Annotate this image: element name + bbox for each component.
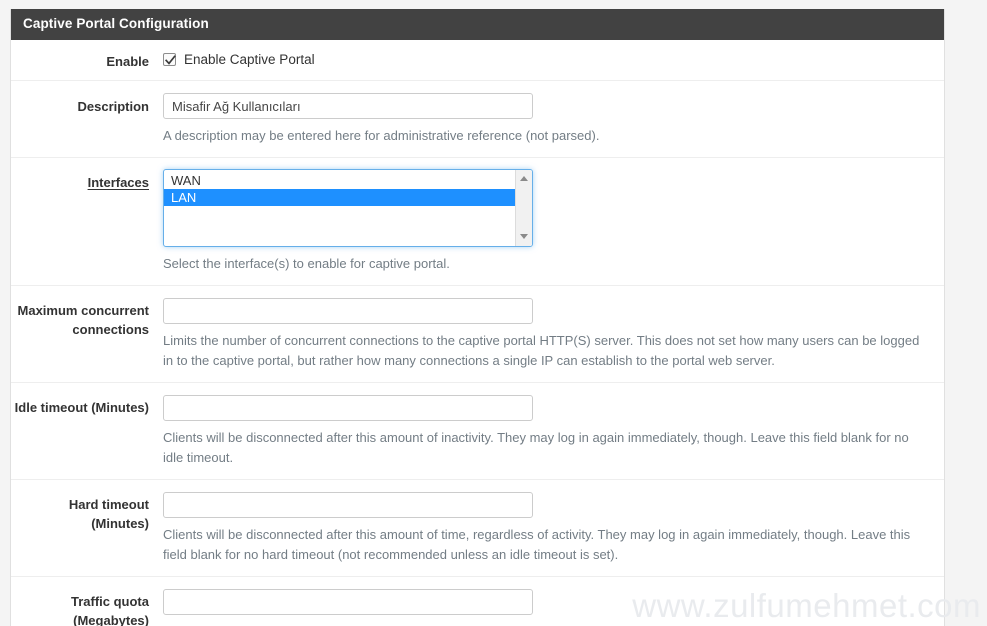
checkmark-icon	[165, 55, 176, 66]
form-row-idle-timeout: Idle timeout (Minutes) Clients will be d…	[11, 383, 944, 480]
label-enable: Enable	[11, 40, 163, 71]
max-concurrent-connections-help-text: Limits the number of concurrent connecti…	[163, 331, 926, 370]
form-row-traffic-quota: Traffic quota (Megabytes) Clients will b…	[11, 577, 944, 626]
scroll-up-arrow-icon[interactable]	[516, 171, 532, 187]
idle-timeout-input[interactable]	[163, 395, 533, 421]
form-row-interfaces: Interfaces WAN LAN	[11, 158, 944, 287]
interfaces-option-lan[interactable]: LAN	[164, 189, 515, 206]
hard-timeout-help-text: Clients will be disconnected after this …	[163, 525, 926, 564]
captive-portal-panel: Captive Portal Configuration Enable Enab…	[10, 9, 945, 626]
field-interfaces: WAN LAN Select the interface(s)	[163, 158, 944, 286]
field-hard-timeout: Clients will be disconnected after this …	[163, 480, 944, 576]
traffic-quota-help-text: Clients will be disconnected after excee…	[163, 622, 926, 626]
form-row-description: Description A description may be entered…	[11, 81, 944, 158]
enable-captive-portal-checkbox[interactable]: Enable Captive Portal	[163, 51, 926, 68]
panel-body: Enable Enable Captive Portal Description	[11, 40, 944, 626]
label-traffic-quota: Traffic quota (Megabytes)	[11, 577, 163, 626]
idle-timeout-help-text: Clients will be disconnected after this …	[163, 428, 926, 467]
field-max-concurrent-connections: Limits the number of concurrent connecti…	[163, 286, 944, 382]
description-help-text: A description may be entered here for ad…	[163, 126, 923, 146]
form-row-enable: Enable Enable Captive Portal	[11, 40, 944, 81]
interfaces-option-list[interactable]: WAN LAN	[164, 170, 515, 246]
label-hard-timeout: Hard timeout (Minutes)	[11, 480, 163, 533]
traffic-quota-input[interactable]	[163, 589, 533, 615]
label-max-concurrent-connections: Maximum concurrent connections	[11, 286, 163, 339]
description-input[interactable]	[163, 93, 533, 119]
form-row-max-concurrent-connections: Maximum concurrent connections Limits th…	[11, 286, 944, 383]
field-idle-timeout: Clients will be disconnected after this …	[163, 383, 944, 479]
scroll-down-arrow-icon[interactable]	[516, 229, 532, 245]
label-interfaces: Interfaces	[11, 158, 163, 192]
page-root: Captive Portal Configuration Enable Enab…	[0, 0, 987, 626]
form-row-hard-timeout: Hard timeout (Minutes) Clients will be d…	[11, 480, 944, 577]
label-idle-timeout: Idle timeout (Minutes)	[11, 383, 163, 417]
interfaces-scrollbar[interactable]	[515, 170, 532, 246]
interfaces-help-text: Select the interface(s) to enable for ca…	[163, 254, 923, 274]
interfaces-label-link[interactable]: Interfaces	[88, 175, 149, 190]
field-description: A description may be entered here for ad…	[163, 81, 944, 157]
interfaces-multiselect[interactable]: WAN LAN	[163, 169, 533, 247]
label-description: Description	[11, 81, 163, 116]
panel-title: Captive Portal Configuration	[11, 9, 944, 40]
interfaces-option-wan[interactable]: WAN	[164, 172, 515, 189]
max-concurrent-connections-input[interactable]	[163, 298, 533, 324]
field-enable: Enable Captive Portal	[163, 40, 944, 68]
enable-checkbox-label: Enable Captive Portal	[184, 51, 315, 68]
hard-timeout-input[interactable]	[163, 492, 533, 518]
field-traffic-quota: Clients will be disconnected after excee…	[163, 577, 944, 626]
checkbox-box[interactable]	[163, 53, 176, 66]
